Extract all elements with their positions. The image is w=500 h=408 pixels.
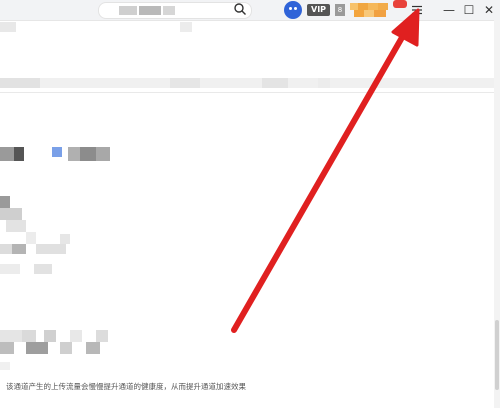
blurred-text [262, 78, 288, 88]
blurred-text [34, 264, 52, 274]
blurred-text [163, 6, 175, 15]
blurred-text [0, 78, 40, 88]
blurred-text [12, 244, 26, 254]
maximize-icon: ☐ [463, 3, 475, 17]
blurred-text [14, 147, 24, 161]
blurred-text [70, 330, 82, 342]
blurred-text [139, 6, 161, 15]
blurred-text [0, 330, 22, 342]
section-divider [0, 92, 494, 93]
blurred-text [86, 342, 100, 354]
notification-badge [393, 0, 407, 8]
blurred-text [0, 244, 12, 254]
menu-icon [412, 5, 422, 15]
blurred-text [36, 244, 66, 254]
title-bar: VIP 8 — ☐ ✕ [0, 0, 500, 21]
channel-description: 该通道产生的上传流量会慢慢提升通道的健康度，从而提升通道加速效果 [6, 382, 246, 391]
blurred-icon [52, 147, 62, 157]
search-icon[interactable] [233, 2, 247, 16]
blurred-text [0, 342, 14, 354]
level-badge: 8 [335, 4, 345, 16]
maximize-button[interactable]: ☐ [461, 2, 477, 18]
blurred-text [22, 330, 36, 342]
section-divider [0, 78, 494, 88]
blurred-text [0, 22, 16, 32]
blurred-text [96, 147, 110, 161]
menu-button[interactable] [409, 2, 425, 18]
blurred-text [80, 147, 96, 161]
minimize-icon: — [443, 3, 455, 17]
scrollbar[interactable] [494, 20, 500, 408]
blurred-text [0, 264, 20, 274]
blurred-text [0, 147, 14, 161]
search-input[interactable] [98, 2, 252, 19]
close-icon: ✕ [483, 3, 495, 17]
blurred-text [6, 220, 26, 232]
blurred-text [60, 234, 70, 244]
close-button[interactable]: ✕ [481, 2, 497, 18]
blurred-text [0, 196, 10, 208]
blurred-text [180, 22, 192, 32]
blurred-text [170, 78, 200, 88]
blurred-text [0, 362, 10, 370]
blurred-text [318, 78, 330, 88]
blurred-text [60, 342, 72, 354]
annotation-arrow-icon [231, 8, 420, 333]
avatar[interactable] [284, 1, 302, 19]
blurred-text [119, 6, 137, 15]
blurred-text [44, 330, 56, 342]
blurred-text [26, 232, 36, 244]
blurred-text [26, 342, 48, 354]
blurred-text [68, 147, 80, 161]
minimize-button[interactable]: — [441, 2, 457, 18]
blurred-username[interactable] [350, 3, 390, 18]
vip-badge[interactable]: VIP [307, 4, 331, 16]
blurred-text [96, 330, 108, 342]
scroll-thumb[interactable] [495, 320, 499, 390]
blurred-text [0, 208, 22, 220]
